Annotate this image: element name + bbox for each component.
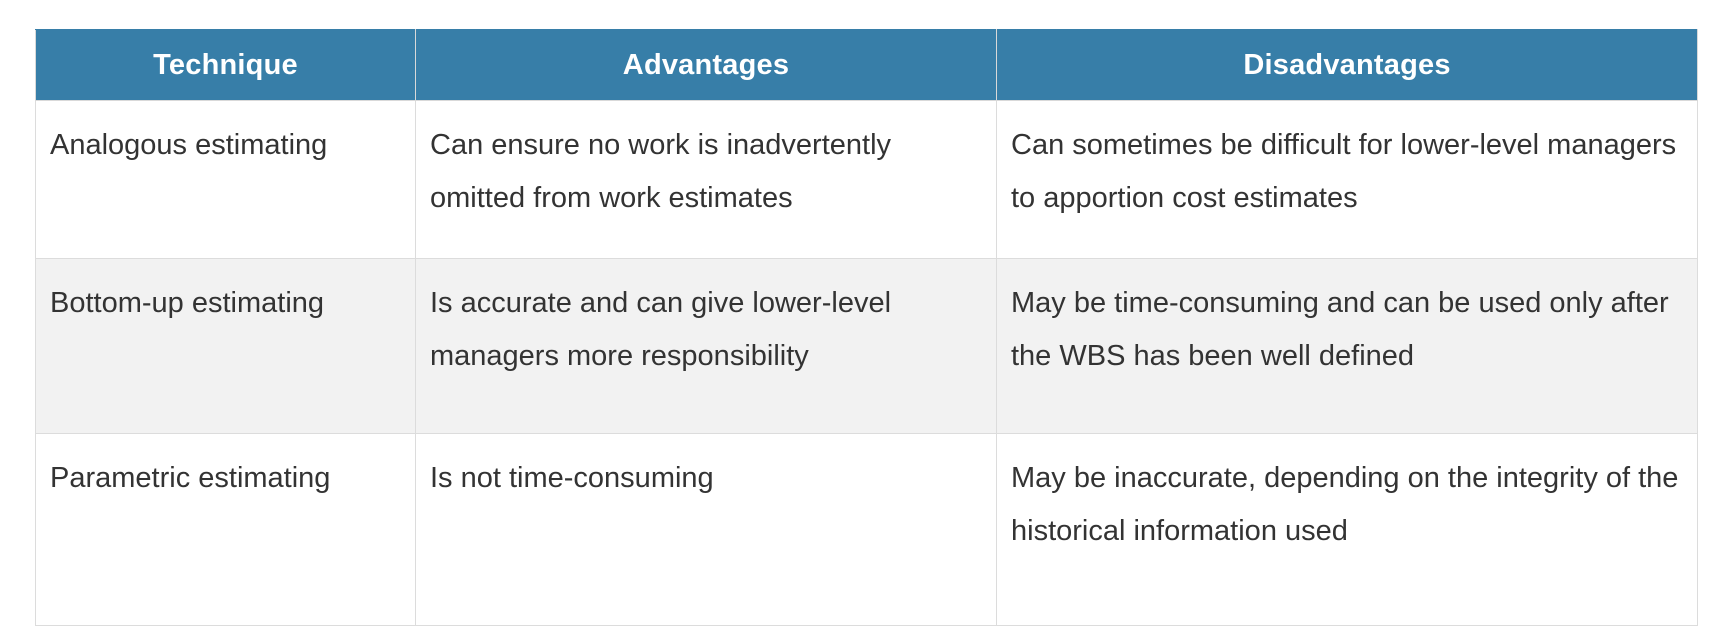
cell-disadvantages: May be time-consuming and can be used on… <box>996 258 1698 434</box>
header-advantages: Advantages <box>415 29 997 101</box>
table-row: Analogous estimating Can ensure no work … <box>35 100 1698 259</box>
header-row: Technique Advantages Disadvantages <box>35 29 1698 101</box>
table-header: Technique Advantages Disadvantages <box>35 29 1698 101</box>
table-body: Analogous estimating Can ensure no work … <box>35 100 1698 626</box>
cell-technique: Bottom-up estimating <box>35 258 416 434</box>
cell-technique: Parametric estimating <box>35 433 416 626</box>
header-technique: Technique <box>35 29 416 101</box>
estimating-techniques-table: Technique Advantages Disadvantages Analo… <box>35 29 1698 626</box>
comparison-table-container: Technique Advantages Disadvantages Analo… <box>35 29 1698 626</box>
header-disadvantages: Disadvantages <box>996 29 1698 101</box>
cell-advantages: Is accurate and can give lower-level man… <box>415 258 997 434</box>
table-row: Parametric estimating Is not time-consum… <box>35 433 1698 626</box>
table-row: Bottom-up estimating Is accurate and can… <box>35 258 1698 434</box>
cell-advantages: Can ensure no work is inadvertently omit… <box>415 100 997 259</box>
cell-disadvantages: May be inaccurate, depending on the inte… <box>996 433 1698 626</box>
cell-disadvantages: Can sometimes be difficult for lower-lev… <box>996 100 1698 259</box>
cell-technique: Analogous estimating <box>35 100 416 259</box>
cell-advantages: Is not time-consuming <box>415 433 997 626</box>
